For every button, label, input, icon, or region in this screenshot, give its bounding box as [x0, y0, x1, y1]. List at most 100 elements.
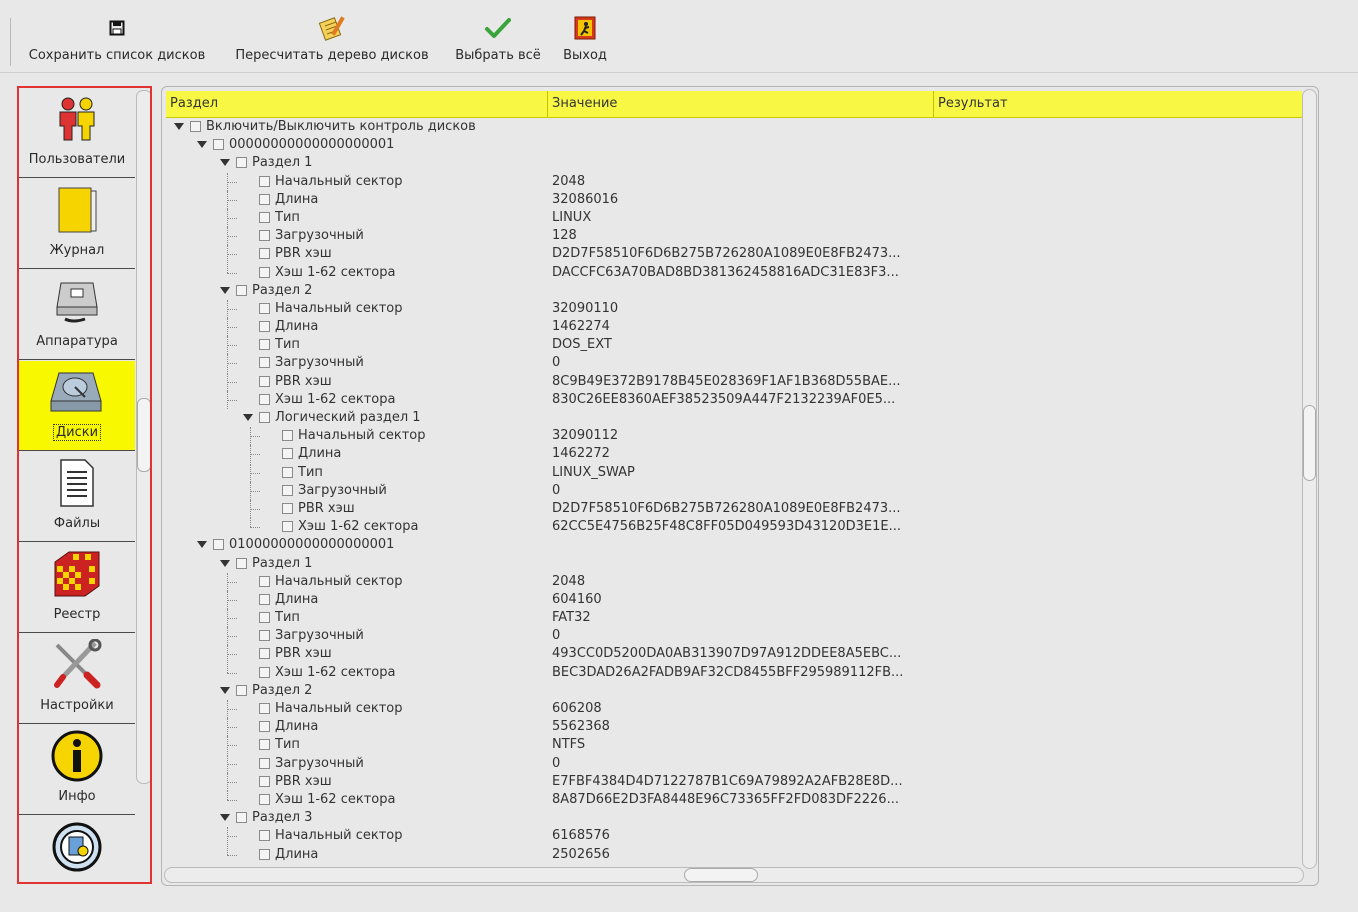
nav-item-users[interactable]: Пользователи	[19, 88, 135, 178]
tree-leaf-row[interactable]: Длина 5562368	[166, 718, 1302, 737]
nav-item-disks[interactable]: Диски	[19, 361, 135, 451]
tree-checkbox[interactable]	[259, 721, 270, 733]
tree-checkbox[interactable]	[282, 448, 293, 460]
tree-checkbox[interactable]	[259, 757, 270, 769]
tree-leaf-row[interactable]: Хэш 1-62 сектора BEC3DAD26A2FADB9AF32CD84…	[166, 663, 1302, 682]
tree-checkbox[interactable]	[282, 430, 293, 442]
tree-checkbox[interactable]	[282, 521, 293, 533]
tree-checkbox[interactable]	[259, 230, 270, 242]
tree-checkbox[interactable]	[259, 793, 270, 805]
tree-leaf-row[interactable]: Тип LINUX	[166, 208, 1302, 227]
tree-node[interactable]: Раздел 1	[166, 154, 1302, 172]
sidebar-scrollbar-thumb[interactable]	[137, 398, 151, 472]
nav-item-update[interactable]	[19, 816, 135, 882]
tree-checkbox[interactable]	[259, 593, 270, 605]
expander-arrow-icon[interactable]	[174, 123, 184, 130]
tree-checkbox[interactable]	[259, 666, 270, 678]
expander-arrow-icon[interactable]	[220, 686, 230, 694]
expander-arrow-icon[interactable]	[220, 814, 230, 822]
tree-leaf-row[interactable]: Тип FAT32	[166, 609, 1302, 628]
nav-item-settings[interactable]: Настройки	[19, 634, 135, 724]
tree-checkbox[interactable]	[282, 484, 293, 496]
tree-leaf-row[interactable]: PBR хэш 493CC0D5200DA0AB313907D97A912DDEE…	[166, 645, 1302, 664]
tree-checkbox[interactable]	[282, 502, 293, 514]
tree-leaf-row[interactable]: Загрузочный 0	[166, 754, 1302, 773]
tree-checkbox[interactable]	[259, 321, 270, 333]
tree-leaf-row[interactable]: PBR хэш D2D7F58510F6D6B275B726280A1089E0E…	[166, 245, 1302, 264]
tree-checkbox[interactable]	[259, 211, 270, 223]
tree-vertical-scrollbar-thumb[interactable]	[1303, 405, 1316, 481]
tree-checkbox[interactable]	[236, 284, 247, 296]
expander-arrow-icon[interactable]	[220, 559, 230, 567]
expander-arrow-icon[interactable]	[243, 414, 253, 421]
tree-checkbox[interactable]	[259, 648, 270, 660]
tree-leaf-row[interactable]: Длина 1462272	[166, 445, 1302, 464]
tree-node[interactable]: Включить/Выключить контроль дисков	[166, 118, 1302, 136]
tree-checkbox[interactable]	[259, 248, 270, 260]
tree-node[interactable]: 00000000000000000001	[166, 136, 1302, 154]
tree-checkbox[interactable]	[236, 684, 247, 696]
tree-leaf-row[interactable]: Загрузочный 0	[166, 354, 1302, 373]
tree-leaf-row[interactable]: Начальный сектор 32090110	[166, 299, 1302, 318]
tree-checkbox[interactable]	[259, 357, 270, 369]
tree-leaf-row[interactable]: Начальный сектор 6168576	[166, 827, 1302, 846]
tree-leaf-row[interactable]: Длина 1462274	[166, 318, 1302, 337]
tree-leaf-row[interactable]: Тип DOS_EXT	[166, 336, 1302, 355]
tree-horizontal-scrollbar-thumb[interactable]	[684, 868, 758, 882]
tree-checkbox[interactable]	[259, 739, 270, 751]
save-disk-list-button[interactable]: Сохранить список дисков	[24, 12, 210, 70]
tree-checkbox[interactable]	[259, 375, 270, 387]
expander-arrow-icon[interactable]	[220, 159, 230, 167]
column-header-section[interactable]: Раздел	[166, 91, 548, 117]
tree-checkbox[interactable]	[259, 612, 270, 624]
tree-leaf-row[interactable]: Начальный сектор 2048	[166, 572, 1302, 591]
tree-checkbox[interactable]	[259, 175, 270, 187]
tree-checkbox[interactable]	[259, 775, 270, 787]
tree-leaf-row[interactable]: PBR хэш 8C9B49E372B9178B45E028369F1AF1B36…	[166, 372, 1302, 391]
tree-leaf-row[interactable]: PBR хэш E7FBF4384D4D7122787B1C69A79892A2A…	[166, 772, 1302, 791]
expander-arrow-icon[interactable]	[197, 541, 207, 549]
tree-checkbox[interactable]	[259, 703, 270, 714]
tree-checkbox[interactable]	[213, 539, 224, 551]
tree-checkbox[interactable]	[259, 193, 270, 205]
column-header-value[interactable]: Значение	[548, 91, 934, 117]
tree-node[interactable]: Логический раздел 1	[166, 409, 1302, 427]
tree-leaf-row[interactable]: Начальный сектор 606208	[166, 700, 1302, 718]
tree-checkbox[interactable]	[236, 812, 247, 824]
tree-checkbox[interactable]	[259, 302, 270, 314]
tree-leaf-row[interactable]: Хэш 1-62 сектора 8A87D66E2D3FA8448E96C733…	[166, 790, 1302, 809]
tree-leaf-row[interactable]: Хэш 1-62 сектора 830C26EE8360AEF38523509A…	[166, 390, 1302, 409]
tree-node[interactable]: Раздел 2	[166, 682, 1302, 700]
tree-node[interactable]: Раздел 1	[166, 555, 1302, 573]
tree-leaf-row[interactable]: Длина 2502656	[166, 845, 1302, 864]
tree-checkbox[interactable]	[213, 139, 224, 151]
tree-leaf-row[interactable]: PBR хэш D2D7F58510F6D6B275B726280A1089E0E…	[166, 499, 1302, 518]
tree-checkbox[interactable]	[236, 157, 247, 169]
tree-leaf-row[interactable]: Хэш 1-62 сектора 62CC5E4756B25F48C8FF05D0…	[166, 518, 1302, 536]
tree-checkbox[interactable]	[259, 630, 270, 642]
tree-checkbox[interactable]	[259, 412, 270, 423]
select-all-button[interactable]: Выбрать всё	[452, 12, 544, 70]
rescan-disk-tree-button[interactable]: Пересчитать дерево дисков	[230, 12, 434, 70]
tree-checkbox[interactable]	[259, 830, 270, 842]
nav-item-files[interactable]: Файлы	[19, 452, 135, 542]
tree-checkbox[interactable]	[259, 266, 270, 278]
tree-checkbox[interactable]	[259, 848, 270, 860]
nav-item-info[interactable]: Инфо	[19, 725, 135, 815]
tree-leaf-row[interactable]: Хэш 1-62 сектора DACCFC63A70BAD8BD3813624…	[166, 263, 1302, 282]
tree-checkbox[interactable]	[259, 575, 270, 587]
tree-leaf-row[interactable]: Загрузочный 128	[166, 227, 1302, 246]
tree-checkbox[interactable]	[259, 393, 270, 405]
tree-leaf-row[interactable]: Длина 604160	[166, 590, 1302, 609]
expander-arrow-icon[interactable]	[220, 286, 230, 294]
tree-leaf-row[interactable]: Начальный сектор 2048	[166, 172, 1302, 191]
tree-leaf-row[interactable]: Длина 32086016	[166, 190, 1302, 209]
tree-checkbox[interactable]	[190, 121, 201, 132]
tree-node[interactable]: 01000000000000000001	[166, 536, 1302, 554]
nav-item-registry[interactable]: Реестр	[19, 543, 135, 633]
tree-checkbox[interactable]	[236, 557, 247, 569]
tree-leaf-row[interactable]: Загрузочный 0	[166, 481, 1302, 500]
expander-arrow-icon[interactable]	[197, 141, 207, 149]
tree-checkbox[interactable]	[259, 339, 270, 351]
nav-item-hardware[interactable]: Аппаратура	[19, 270, 135, 360]
